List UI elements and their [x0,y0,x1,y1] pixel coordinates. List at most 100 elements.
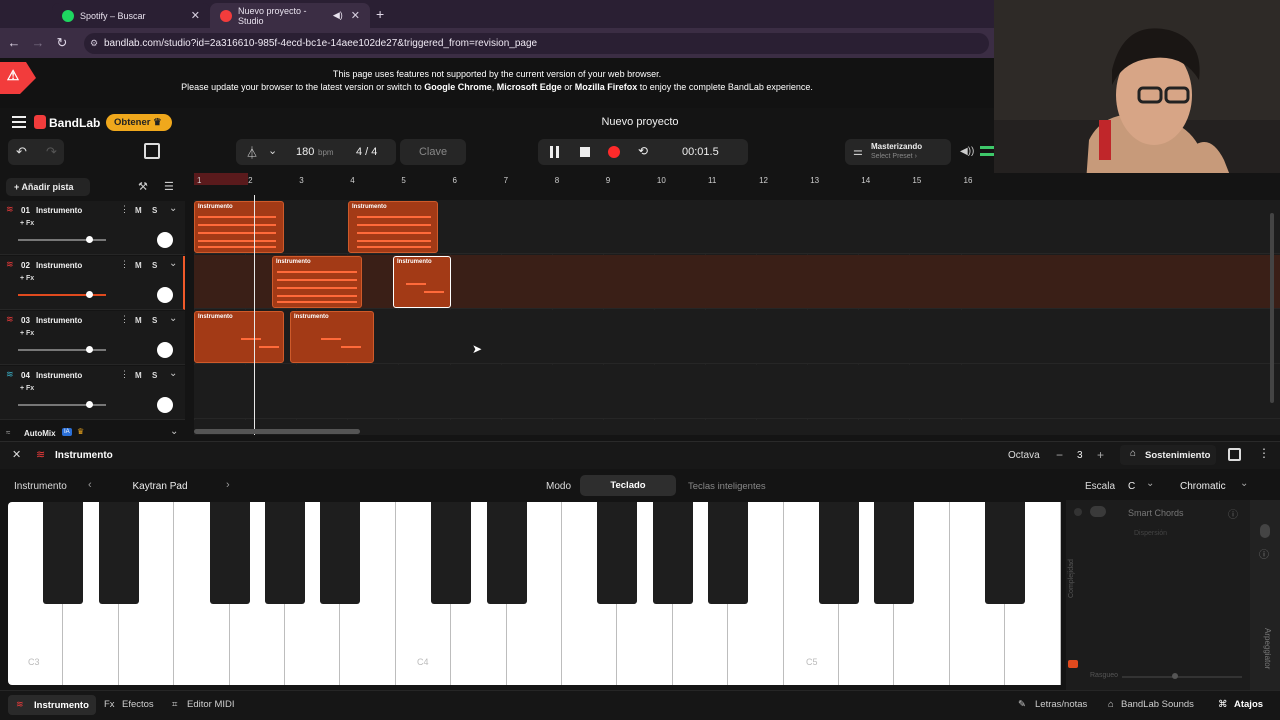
url-field[interactable]: ⚙ bandlab.com/studio?id=2a316610-985f-4e… [84,33,989,54]
close-icon[interactable]: ✕ [12,448,21,461]
loop-icon[interactable]: ⟲ [638,144,648,158]
track-header-4[interactable]: ≋ 04 Instrumento ⋮ M S ⌄ + Fx [0,366,185,420]
piano-roll-icon[interactable] [144,143,160,159]
loop-region[interactable] [194,173,248,185]
time-signature[interactable]: 4 / 4 [356,146,377,158]
black-key[interactable] [98,502,139,604]
add-fx-button[interactable]: + Fx [20,275,34,282]
tool-icon[interactable]: ⚒ [138,180,148,193]
black-key[interactable] [819,502,859,604]
track-name[interactable]: Instrumento [36,316,82,325]
speaker-icon[interactable]: ◀) [333,10,343,21]
track-menu-icon[interactable]: ⋮ [120,259,129,270]
black-key[interactable] [708,502,749,604]
solo-button[interactable]: S [152,206,157,215]
footer-bandlab-sounds[interactable]: BandLab Sounds [1121,699,1194,710]
black-key[interactable] [431,502,472,604]
midi-clip[interactable]: Instrumento [194,311,284,363]
pan-knob[interactable] [157,397,173,413]
menu-icon[interactable] [12,116,26,128]
black-key[interactable] [874,502,915,604]
black-key[interactable] [320,502,361,604]
add-fx-button[interactable]: + Fx [20,330,34,337]
mute-button[interactable]: M [135,371,142,380]
scale-key-select[interactable]: C ⌄ [1120,476,1162,496]
black-key[interactable] [43,502,84,604]
solo-button[interactable]: S [152,371,157,380]
chevron-down-icon[interactable]: ⌄ [268,144,277,157]
arpeggiator-toggle[interactable] [1260,524,1270,538]
chevron-down-icon[interactable]: ⌄ [170,426,178,437]
obtener-button[interactable]: Obtener ♛ [106,114,172,131]
keyboard-icon[interactable] [1228,448,1241,461]
chevron-down-icon[interactable]: ⌄ [169,368,177,379]
add-fx-button[interactable]: + Fx [20,385,34,392]
playhead[interactable] [254,195,255,435]
mode-keyboard-tab[interactable]: Teclado [580,475,676,496]
footer-tab-midi[interactable]: Editor MIDI [187,699,235,710]
track-name[interactable]: Instrumento [36,371,82,380]
midi-clip[interactable]: Instrumento [393,256,451,308]
octave-plus-button[interactable]: + [1097,448,1104,462]
volume-slider-handle[interactable] [86,236,93,243]
metronome-icon[interactable]: ⏃ [246,144,258,161]
midi-clip[interactable]: Instrumento [194,201,284,253]
redo-icon[interactable]: ↷ [46,144,57,160]
pause-icon[interactable] [550,146,559,158]
track-header-3[interactable]: ≋ 03 Instrumento ⋮ M S ⌄ + Fx [0,311,185,365]
mute-button[interactable]: M [135,206,142,215]
close-tab-icon[interactable]: ✕ [191,9,200,22]
black-key[interactable] [597,502,638,604]
midi-clip[interactable]: Instrumento [348,201,438,253]
black-key[interactable] [652,502,693,604]
tab-spotify[interactable]: Spotify – Buscar ✕ [52,3,210,28]
track-name[interactable]: Instrumento [36,206,82,215]
chevron-down-icon[interactable]: ⌄ [169,258,177,269]
close-tab-icon[interactable]: ✕ [351,9,360,22]
black-key[interactable] [486,502,527,604]
footer-shortcuts[interactable]: Atajos [1234,699,1263,710]
firefox-link[interactable]: Mozilla Firefox [575,82,638,92]
lane-4[interactable] [194,365,1280,419]
footer-tab-effects[interactable]: Efectos [122,699,154,710]
midi-clip[interactable]: Instrumento [290,311,374,363]
reload-icon[interactable]: ↻ [54,35,70,51]
volume-slider-handle[interactable] [86,401,93,408]
more-options-icon[interactable]: ⋮ [1258,446,1270,460]
new-tab-button[interactable]: + [376,6,384,22]
next-preset-icon[interactable]: › [226,479,230,491]
track-menu-icon[interactable]: ⋮ [120,314,129,325]
pan-knob[interactable] [157,232,173,248]
chevron-down-icon[interactable]: ⌄ [169,313,177,324]
record-icon[interactable] [608,146,620,158]
mute-button[interactable]: M [135,261,142,270]
pan-knob[interactable] [157,342,173,358]
chevron-down-icon[interactable]: ⌄ [169,203,177,214]
chrome-link[interactable]: Google Chrome [424,82,492,92]
info-icon[interactable]: ⓘ [1228,506,1238,521]
black-key[interactable] [985,502,1026,604]
mute-button[interactable]: M [135,316,142,325]
vertical-scrollbar[interactable] [1270,213,1274,403]
black-key[interactable] [265,502,305,604]
arrangement-area[interactable]: 1 2 3 4 5 6 7 8 9 10 11 12 13 14 15 16 Instrumento Instr… [194,173,1280,435]
black-key[interactable] [209,502,250,604]
preset-name[interactable]: Kaytran Pad [100,481,220,492]
back-icon[interactable]: ← [6,35,22,51]
forward-icon[interactable]: → [30,35,46,51]
track-header-1[interactable]: ≋ 01 Instrumento ⋮ M S ⌄ + Fx [0,201,185,255]
site-info-icon[interactable]: ⚙ [90,33,98,54]
tab-studio[interactable]: Nuevo proyecto - Studio ◀) ✕ [210,3,370,28]
horizontal-scrollbar[interactable] [194,429,360,434]
solo-button[interactable]: S [152,316,157,325]
smart-chords-toggle[interactable] [1090,506,1106,517]
volume-slider-handle[interactable] [86,346,93,353]
tempo-value[interactable]: 180 [296,146,314,158]
pan-knob[interactable] [157,287,173,303]
track-name[interactable]: Instrumento [36,261,82,270]
footer-tab-instrument[interactable]: ≋ Instrumento [8,695,96,715]
track-menu-icon[interactable]: ⋮ [120,369,129,380]
track-header-2[interactable]: ≋ 02 Instrumento ⋮ M S ⌄ + Fx [0,256,185,310]
edge-link[interactable]: Microsoft Edge [497,82,562,92]
add-fx-button[interactable]: + Fx [20,220,34,227]
